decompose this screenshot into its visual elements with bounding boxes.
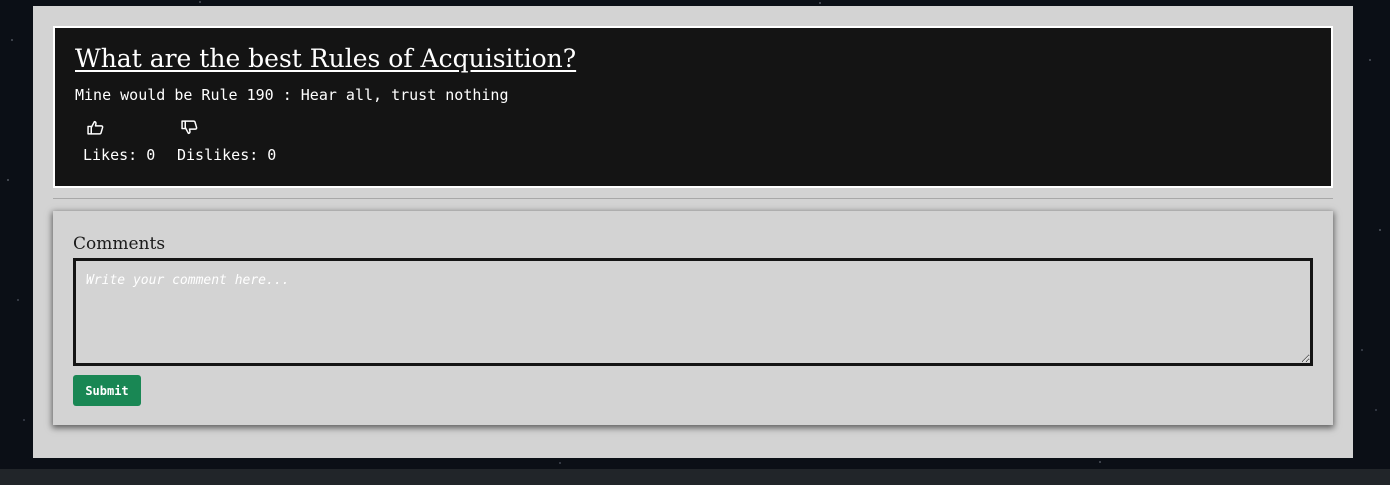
like-button[interactable] [87,120,104,135]
divider [53,198,1333,199]
dislikes-count: Dislikes: 0 [177,146,277,164]
likes-count: Likes: 0 [83,146,156,164]
thumbs-down-icon [181,120,198,135]
footer-bar [0,469,1390,485]
thumbs-up-icon [87,120,104,135]
main-panel: What are the best Rules of Acquisition? … [33,6,1353,458]
comments-label: Comments [73,234,166,254]
post-body: Mine would be Rule 190 : Hear all, trust… [75,86,509,104]
comment-input[interactable] [73,258,1313,366]
dislike-button[interactable] [181,120,198,135]
submit-button[interactable]: Submit [73,375,141,406]
post-title-link[interactable]: What are the best Rules of Acquisition? [75,44,576,73]
comments-section: Comments Submit [53,211,1333,425]
post-card: What are the best Rules of Acquisition? … [53,26,1333,188]
